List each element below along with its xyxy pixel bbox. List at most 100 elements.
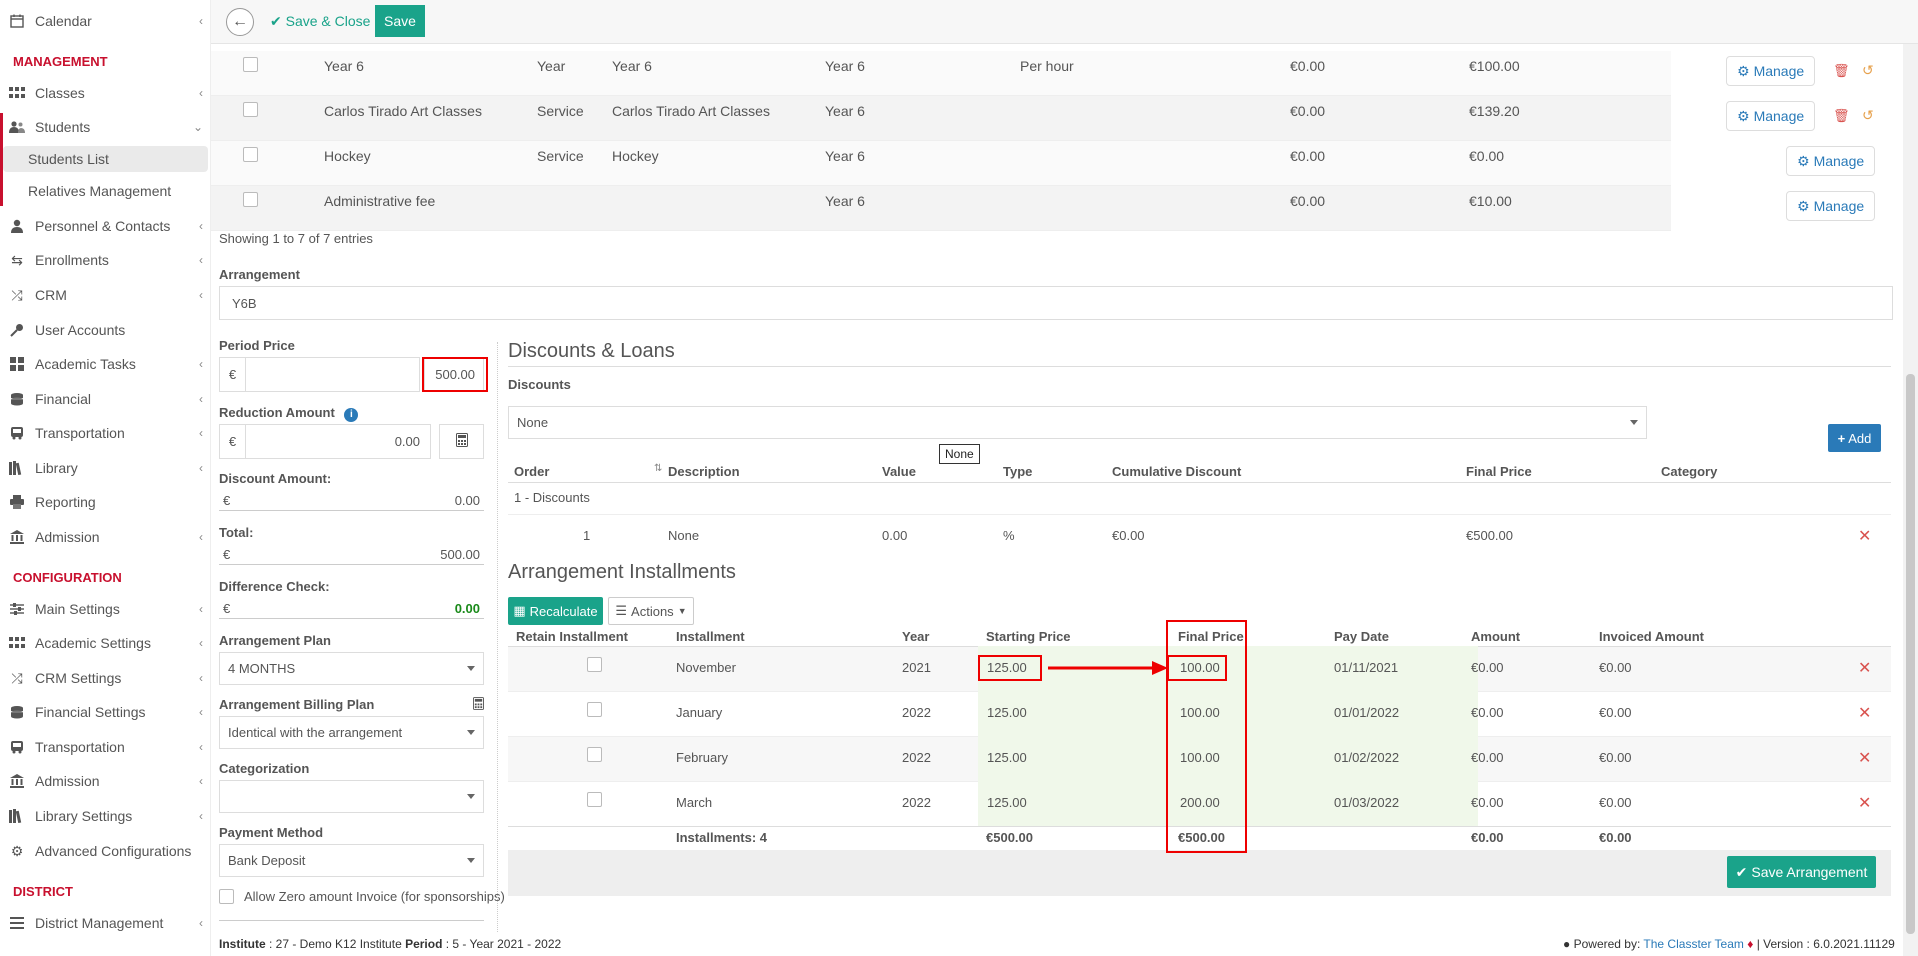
column-header[interactable]: Description	[668, 464, 740, 479]
sidebar-item-reporting[interactable]: Reporting	[0, 488, 211, 516]
column-header[interactable]: Invoiced Amount	[1599, 629, 1704, 644]
undo-icon[interactable]: ↺	[1862, 62, 1874, 79]
sidebar-subitem-students-list[interactable]: Students List	[3, 146, 208, 172]
calculator-icon[interactable]	[473, 697, 484, 713]
sidebar-item-main-settings[interactable]: Main Settings ‹	[0, 595, 211, 623]
discounts-select[interactable]: None	[508, 406, 1647, 439]
actions-dropdown[interactable]: ☰ Actions ▼	[608, 597, 694, 625]
shuffle-icon: ⤮	[11, 669, 23, 686]
sort-icon[interactable]: ⇅	[654, 463, 662, 474]
column-header[interactable]: Pay Date	[1334, 629, 1389, 644]
close-icon[interactable]: ✕	[1858, 748, 1871, 768]
sidebar-item-user-accounts[interactable]: User Accounts	[0, 316, 211, 344]
save-button[interactable]: Save	[375, 5, 425, 37]
row-checkbox[interactable]	[243, 192, 258, 207]
classes-icon	[8, 86, 26, 100]
close-icon[interactable]: ✕	[1858, 658, 1871, 678]
column-header[interactable]: Year	[902, 629, 929, 644]
retain-checkbox[interactable]	[587, 702, 602, 717]
save-arrangement-button[interactable]: ✔ Save Arrangement	[1727, 856, 1876, 888]
payment-select[interactable]: Bank Deposit	[219, 844, 484, 877]
close-icon[interactable]: ✕	[1858, 793, 1871, 813]
library-icon	[8, 461, 26, 475]
manage-button[interactable]: ⚙ Manage	[1786, 146, 1876, 176]
sidebar-item-admission-settings[interactable]: Admission ‹	[0, 767, 211, 795]
column-header[interactable]: Type	[1003, 464, 1032, 479]
sidebar-item-label: Reporting	[35, 494, 96, 510]
classter-team-link[interactable]: The Classter Team	[1643, 937, 1743, 951]
pay-date[interactable]: 01/02/2022	[1334, 750, 1399, 765]
sidebar-subitem-relatives[interactable]: Relatives Management	[3, 178, 208, 204]
row-checkbox[interactable]	[243, 147, 258, 162]
row-checkbox[interactable]	[243, 102, 258, 117]
trash-icon[interactable]: 🗑	[1833, 63, 1850, 79]
undo-icon[interactable]: ↺	[1862, 107, 1874, 124]
column-header[interactable]: Starting Price	[986, 629, 1071, 644]
column-header[interactable]: Final Price	[1466, 464, 1532, 479]
sidebar-item-library[interactable]: Library ‹	[0, 454, 211, 482]
starting-price-input[interactable]: 125.00	[987, 795, 1027, 810]
chevron-left-icon: ‹	[199, 357, 203, 371]
sidebar-item-financial[interactable]: Financial ‹	[0, 385, 211, 413]
sidebar-item-transportation[interactable]: Transportation ‹	[0, 419, 211, 447]
highlight-box	[978, 655, 1042, 681]
starting-price-input[interactable]: 125.00	[987, 705, 1027, 720]
sidebar-item-academic-tasks[interactable]: Academic Tasks ‹	[0, 350, 211, 378]
add-discount-button[interactable]: + Add	[1828, 424, 1881, 452]
sidebar-item-district-management[interactable]: District Management ‹	[0, 909, 211, 937]
back-button[interactable]: ←	[226, 8, 254, 36]
scrollbar-thumb[interactable]	[1906, 374, 1915, 934]
bus-icon	[8, 426, 26, 440]
plan-select[interactable]: 4 MONTHS	[219, 652, 484, 685]
sidebar-item-financial-settings[interactable]: Financial Settings ‹	[0, 698, 211, 726]
arrangement-input[interactable]: Y6B	[219, 286, 1893, 320]
sidebar-item-crm-settings[interactable]: ⤮ CRM Settings ‹	[0, 664, 211, 692]
calculator-button[interactable]	[439, 424, 484, 459]
row-checkbox[interactable]	[243, 57, 258, 72]
retain-checkbox[interactable]	[587, 792, 602, 807]
table-row: Year 6 Year Year 6 Year 6 Per hour €0.00…	[211, 51, 1671, 96]
save-close-button[interactable]: ✔ Save & Close	[270, 13, 370, 30]
period-price-input[interactable]	[245, 357, 420, 392]
installment-name: January	[676, 705, 723, 720]
close-icon[interactable]: ✕	[1858, 526, 1871, 546]
sidebar-item-library-settings[interactable]: Library Settings ‹	[0, 802, 211, 830]
categorization-select[interactable]	[219, 780, 484, 813]
reduction-input[interactable]: 0.00	[245, 424, 431, 459]
pay-date[interactable]: 01/01/2022	[1334, 705, 1399, 720]
sidebar-item-transportation-settings[interactable]: Transportation ‹	[0, 733, 211, 761]
divider	[497, 342, 498, 932]
sidebar-item-calendar[interactable]: Calendar ‹	[0, 7, 211, 35]
recalculate-button[interactable]: ▦ Recalculate	[508, 597, 603, 625]
column-header[interactable]: Installment	[676, 629, 745, 644]
retain-checkbox[interactable]	[587, 747, 602, 762]
sidebar-item-crm[interactable]: ⤮ CRM ‹	[0, 281, 211, 309]
column-header[interactable]: Order	[514, 464, 549, 479]
zero-invoice-checkbox[interactable]	[219, 889, 234, 904]
installment-year: 2021	[902, 660, 931, 675]
sidebar-item-enrollments[interactable]: ⇆ Enrollments ‹	[0, 246, 211, 274]
manage-button[interactable]: ⚙ Manage	[1786, 191, 1876, 221]
sidebar-item-advanced-configurations[interactable]: ⚙ Advanced Configurations	[0, 837, 211, 865]
sidebar-item-personnel[interactable]: Personnel & Contacts ‹	[0, 212, 211, 240]
trash-icon[interactable]: 🗑	[1833, 108, 1850, 124]
info-icon[interactable]: i	[344, 408, 359, 422]
manage-button[interactable]: ⚙ Manage	[1726, 56, 1816, 86]
column-header[interactable]: Retain Installment	[516, 629, 628, 644]
starting-price-input[interactable]: 125.00	[987, 750, 1027, 765]
column-header[interactable]: Cumulative Discount	[1112, 464, 1241, 479]
retain-checkbox[interactable]	[587, 657, 602, 672]
column-header[interactable]: Category	[1661, 464, 1717, 479]
manage-button[interactable]: ⚙ Manage	[1726, 101, 1816, 131]
sidebar-item-admission[interactable]: Admission ‹	[0, 523, 211, 551]
sidebar-item-academic-settings[interactable]: Academic Settings ‹	[0, 629, 211, 657]
pay-date[interactable]: 01/03/2022	[1334, 795, 1399, 810]
column-header[interactable]: Value	[882, 464, 916, 479]
sidebar-item-classes[interactable]: Classes ‹	[0, 79, 211, 107]
difference-label: Difference Check:	[219, 579, 330, 594]
close-icon[interactable]: ✕	[1858, 703, 1871, 723]
pay-date[interactable]: 01/11/2021	[1334, 660, 1398, 675]
billing-select[interactable]: Identical with the arrangement	[219, 716, 484, 749]
sidebar-item-students[interactable]: Students ⌄	[0, 113, 211, 141]
column-header[interactable]: Amount	[1471, 629, 1520, 644]
